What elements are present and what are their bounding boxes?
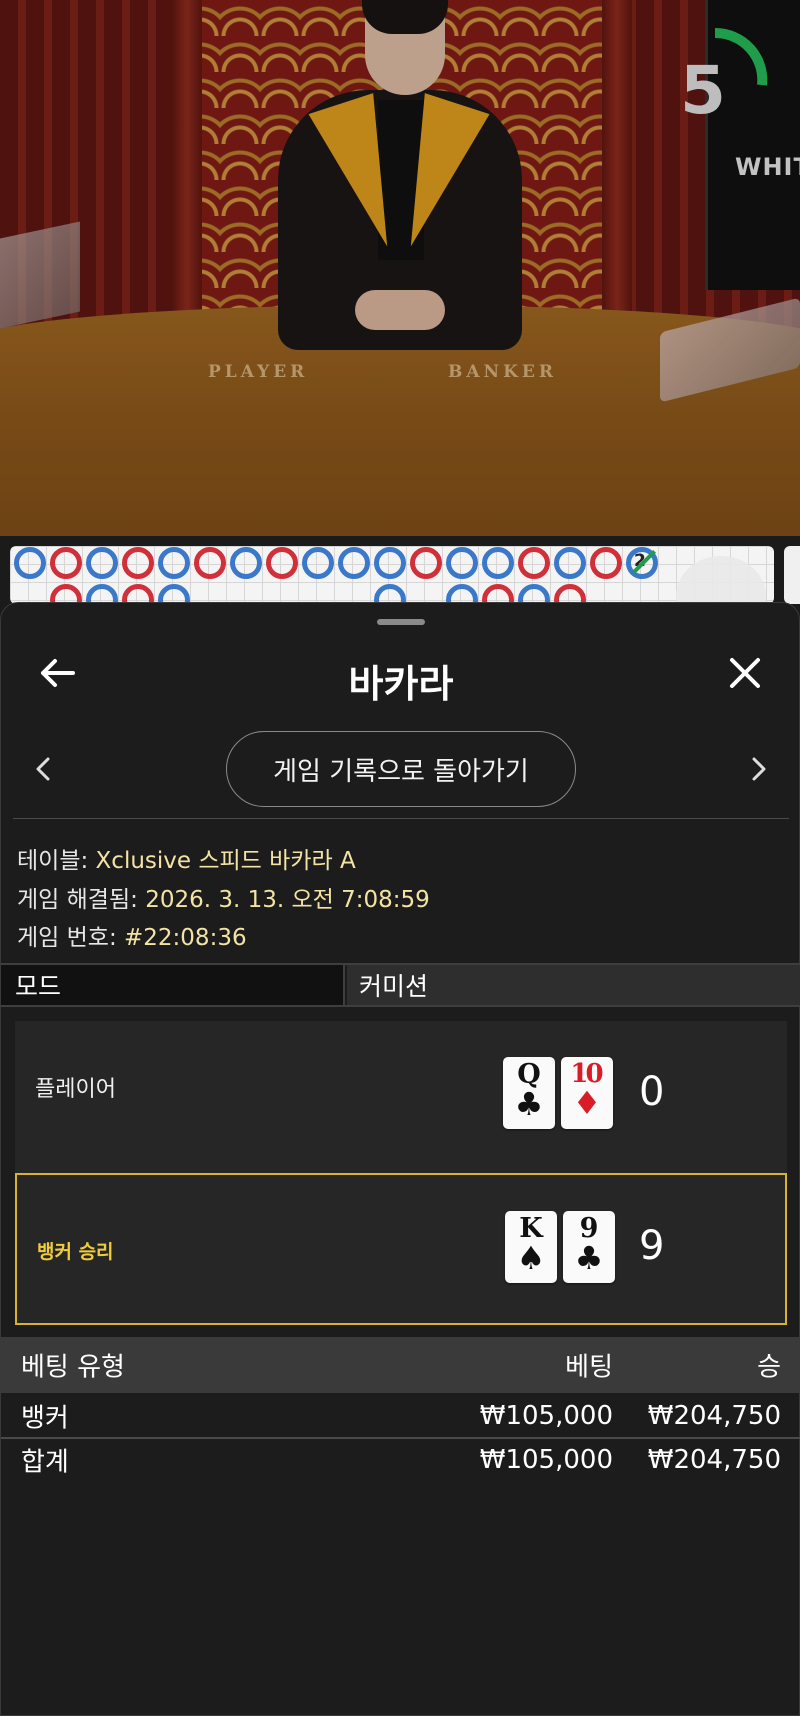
- header-bet: 베팅: [565, 1352, 613, 1383]
- close-icon: [730, 658, 760, 688]
- total-label: 합계: [21, 1447, 69, 1478]
- bet-type-cell: 뱅커: [21, 1403, 69, 1434]
- bead-player: [14, 547, 46, 579]
- meta-resolved-value: 2026. 3. 13. 오전 7:08:59: [145, 887, 430, 913]
- sheet-header: 바카라: [1, 643, 800, 706]
- player-label: 플레이어: [35, 1077, 116, 1102]
- divider: [13, 818, 789, 819]
- bead-player: [446, 584, 478, 604]
- meta-table-value: Xclusive 스피드 바카라 A: [95, 848, 356, 874]
- mode-label: 모드: [1, 965, 345, 1005]
- bead-player: [158, 584, 190, 604]
- sheet-grabber[interactable]: [377, 619, 425, 625]
- bets-table-header: 베팅 유형 베팅 승: [1, 1337, 800, 1393]
- total-row: 합계 ₩105,000 ₩204,750: [1, 1439, 800, 1481]
- bead-banker: [410, 547, 442, 579]
- bead-player: [482, 547, 514, 579]
- bead-player: [374, 547, 406, 579]
- sheet-title: 바카라: [348, 662, 454, 706]
- close-button[interactable]: [715, 643, 775, 703]
- bead-tie: 2: [626, 547, 658, 579]
- header-bet-type: 베팅 유형: [21, 1352, 125, 1383]
- bead-banker: [122, 547, 154, 579]
- bead-banker: [518, 547, 550, 579]
- header-win: 승: [757, 1352, 781, 1383]
- live-video: WHIT PLAYER BANKER 5: [0, 0, 800, 536]
- player-card-2: 10 ♦: [561, 1057, 613, 1129]
- player-result: 플레이어 Q ♣ 10 ♦ 0: [15, 1021, 787, 1173]
- road-map-secondary[interactable]: [784, 546, 800, 604]
- banker-card-2: 9 ♣: [563, 1211, 615, 1283]
- total-win: ₩204,750: [647, 1445, 781, 1475]
- banker-win-label: 뱅커 승리: [37, 1241, 114, 1263]
- banker-card-1: K ♠: [505, 1211, 557, 1283]
- bead-road-row-2: [14, 584, 586, 604]
- meta-game-number-value: #22:08:36: [124, 925, 247, 951]
- previous-game-button[interactable]: [21, 747, 65, 791]
- bead-banker: [50, 547, 82, 579]
- win-amount-cell: ₩204,750: [647, 1401, 781, 1431]
- meta-resolved-label: 게임 해결됨:: [17, 887, 138, 913]
- meta-table-label: 테이블:: [17, 848, 89, 874]
- meta-table: 테이블: Xclusive 스피드 바카라 A: [17, 841, 356, 875]
- total-bet: ₩105,000: [479, 1445, 613, 1475]
- bet-amount-cell: ₩105,000: [479, 1401, 613, 1431]
- mode-value: 커미션: [347, 965, 800, 1005]
- meta-game-number: 게임 번호: #22:08:36: [17, 918, 247, 952]
- bead-player: [230, 547, 262, 579]
- bead-banker: [590, 547, 622, 579]
- bead-banker: [482, 584, 514, 604]
- game-history-sheet: 바카라 게임 기록으로 돌아가기 테이블: Xclusive 스피드 바카라 A…: [0, 602, 800, 1716]
- next-game-button[interactable]: [737, 747, 781, 791]
- bead-player: [86, 547, 118, 579]
- bead-road-row-1: 2: [14, 547, 658, 579]
- countdown-timer: 5: [680, 52, 726, 129]
- bead-player: [86, 584, 118, 604]
- table-row: 뱅커 ₩105,000 ₩204,750: [1, 1395, 800, 1437]
- meta-game-number-label: 게임 번호:: [17, 925, 117, 951]
- bead-player: [554, 547, 586, 579]
- back-to-history-button[interactable]: 게임 기록으로 돌아가기: [226, 731, 576, 807]
- bead-player: [374, 584, 406, 604]
- banker-result: 뱅커 승리 K ♠ 9 ♣ 9: [15, 1173, 787, 1325]
- chevron-right-icon: [752, 757, 766, 781]
- mode-row: 모드 커미션: [1, 963, 800, 1007]
- bead-banker: [122, 584, 154, 604]
- history-nav: 게임 기록으로 돌아가기: [1, 729, 800, 809]
- chevron-left-icon: [36, 757, 50, 781]
- bead-player: [158, 547, 190, 579]
- player-card-1: Q ♣: [503, 1057, 555, 1129]
- bead-player: [338, 547, 370, 579]
- bead-player: [518, 584, 550, 604]
- bead-road[interactable]: 2: [10, 546, 774, 604]
- banker-score: 9: [639, 1223, 665, 1269]
- bead-player: [302, 547, 334, 579]
- bead-banker: [554, 584, 586, 604]
- bead-banker: [194, 547, 226, 579]
- bead-banker: [266, 547, 298, 579]
- meta-resolved: 게임 해결됨: 2026. 3. 13. 오전 7:08:59: [17, 880, 430, 914]
- player-score: 0: [639, 1069, 665, 1115]
- bead-banker: [50, 584, 82, 604]
- bead-player: [446, 547, 478, 579]
